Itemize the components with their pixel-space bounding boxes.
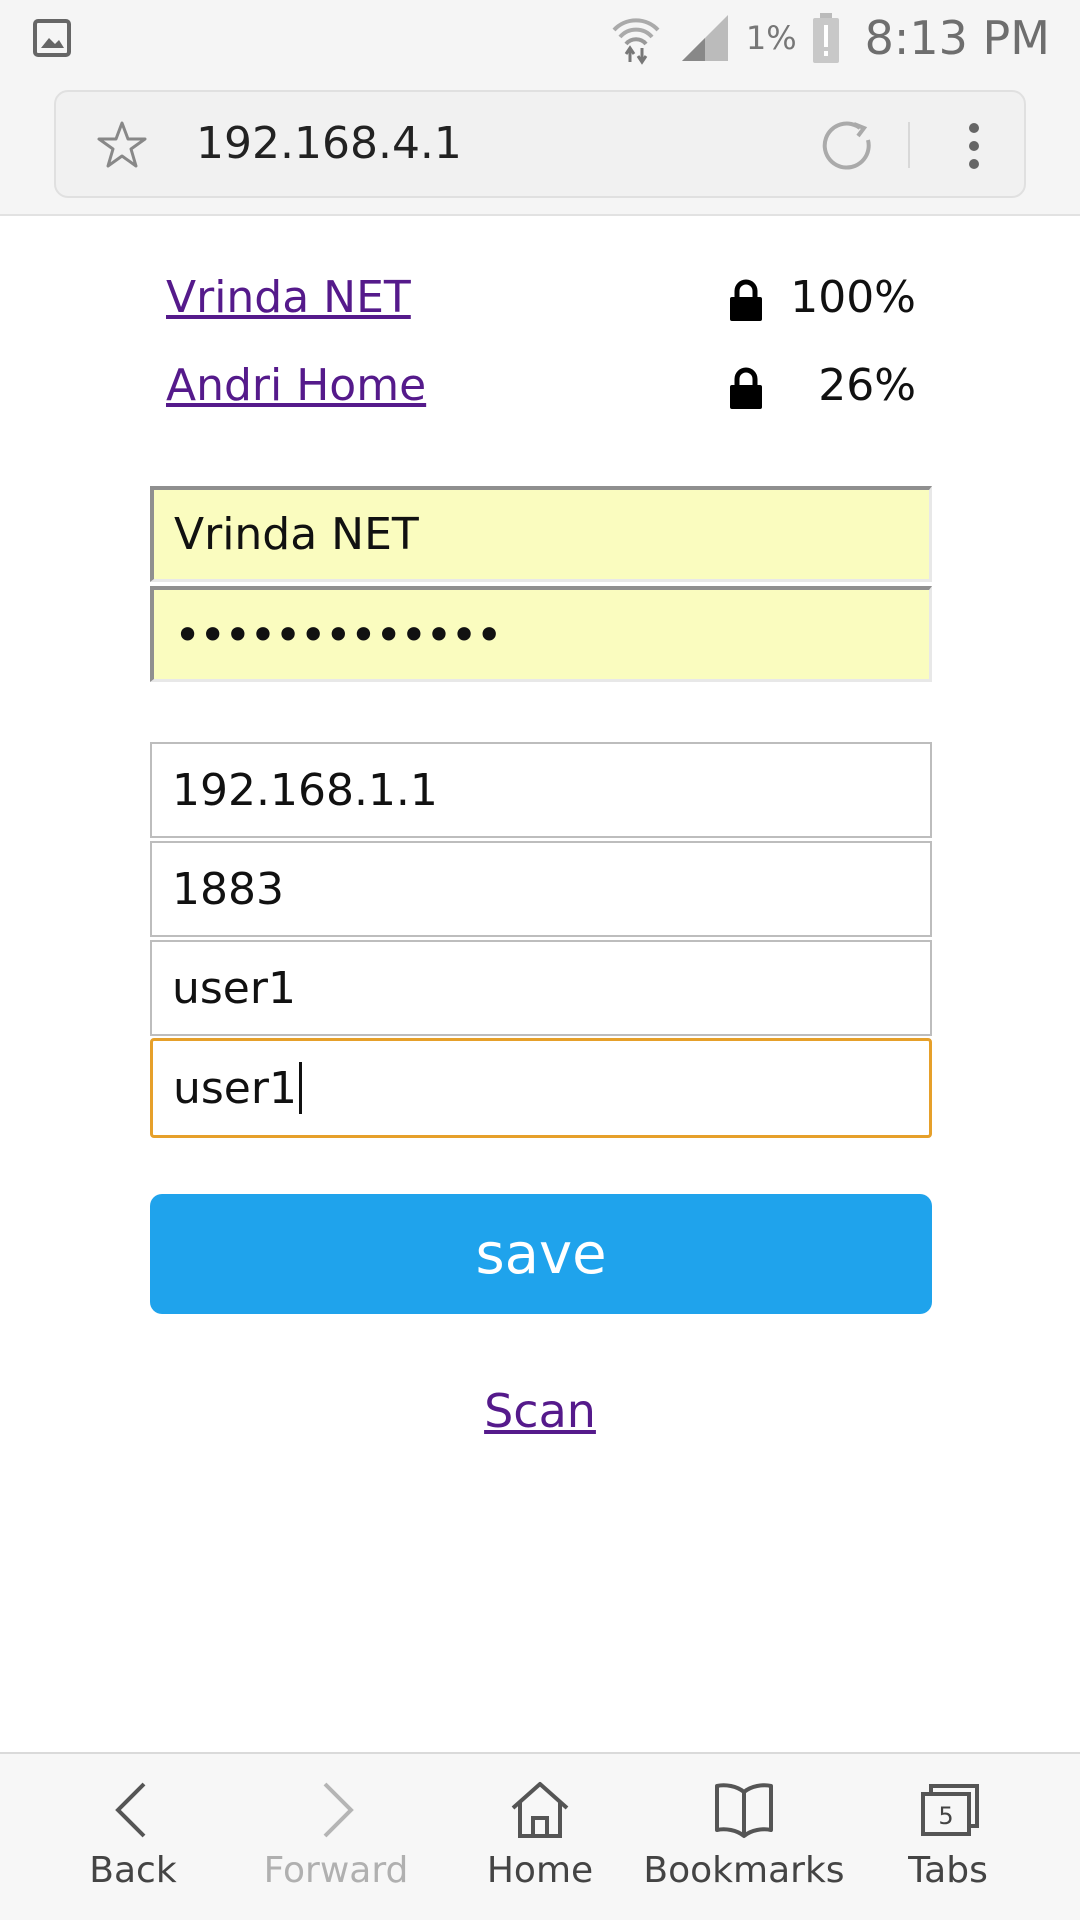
network-item: Andri Home 26% — [166, 356, 916, 416]
battery-icon — [812, 13, 839, 63]
nav-forward-button[interactable]: Forward — [228, 1754, 444, 1922]
home-icon — [511, 1782, 569, 1838]
reload-icon[interactable] — [820, 118, 876, 174]
username-input[interactable]: user1 — [150, 940, 932, 1036]
nav-tabs-button[interactable]: 5 Tabs — [840, 1754, 1056, 1922]
bottom-navigation: Back Forward Home Bookmarks 5 Tabs — [0, 1752, 1080, 1920]
user-password-input[interactable]: user1 — [150, 1038, 932, 1138]
text-cursor — [298, 1062, 302, 1114]
forward-arrow-icon — [323, 1782, 354, 1838]
port-input[interactable]: 1883 — [150, 841, 932, 937]
browser-toolbar: 192.168.4.1 — [0, 76, 1080, 216]
scan-link[interactable]: Scan — [0, 1384, 1080, 1438]
bookmarks-book-icon — [715, 1783, 773, 1838]
username-value: user1 — [172, 962, 296, 1014]
server-value: 192.168.1.1 — [172, 764, 438, 816]
nav-home-label: Home — [486, 1850, 594, 1891]
tabs-icon: 5 — [921, 1784, 979, 1836]
lock-icon — [730, 279, 762, 321]
status-bar: 1% 8:13 PM — [0, 0, 1080, 76]
network-item: Vrinda NET 100% — [166, 268, 916, 328]
save-button[interactable]: save — [150, 1194, 932, 1314]
nav-bookmarks-button[interactable]: Bookmarks — [636, 1754, 852, 1922]
ssid-value: Vrinda NET — [174, 509, 419, 560]
network-link[interactable]: Vrinda NET — [166, 268, 411, 328]
wifi-password-input[interactable]: ••••••••••••• — [150, 586, 932, 682]
status-indicators: 1% 8:13 PM — [608, 0, 1050, 76]
url-text[interactable]: 192.168.4.1 — [196, 92, 462, 196]
nav-forward-label: Forward — [263, 1850, 409, 1891]
image-notification-icon — [33, 19, 71, 57]
nav-back-label: Back — [89, 1850, 177, 1891]
toolbar-divider — [908, 122, 910, 168]
back-arrow-icon — [115, 1782, 146, 1838]
tab-count: 5 — [938, 1802, 953, 1830]
wifi-icon — [612, 18, 660, 65]
nav-back-button[interactable]: Back — [25, 1754, 241, 1922]
address-bar[interactable]: 192.168.4.1 — [54, 90, 1026, 198]
signal-strength: 100% — [790, 272, 916, 323]
more-menu-icon[interactable] — [954, 116, 994, 176]
nav-tabs-label: Tabs — [908, 1850, 988, 1891]
cell-signal-icon — [681, 15, 728, 61]
signal-strength: 26% — [818, 360, 916, 411]
ssid-input[interactable]: Vrinda NET — [150, 486, 932, 582]
lock-icon — [730, 367, 762, 409]
nav-bookmarks-label: Bookmarks — [643, 1850, 845, 1891]
battery-percent: 1% — [745, 19, 797, 57]
nav-home-button[interactable]: Home — [432, 1754, 648, 1922]
port-value: 1883 — [172, 863, 284, 915]
network-link[interactable]: Andri Home — [166, 356, 426, 416]
user-password-value: user1 — [173, 1062, 297, 1114]
password-value: ••••••••••••• — [174, 607, 503, 662]
bookmark-star-icon[interactable] — [94, 118, 150, 174]
clock: 8:13 PM — [864, 11, 1050, 65]
server-input[interactable]: 192.168.1.1 — [150, 742, 932, 838]
